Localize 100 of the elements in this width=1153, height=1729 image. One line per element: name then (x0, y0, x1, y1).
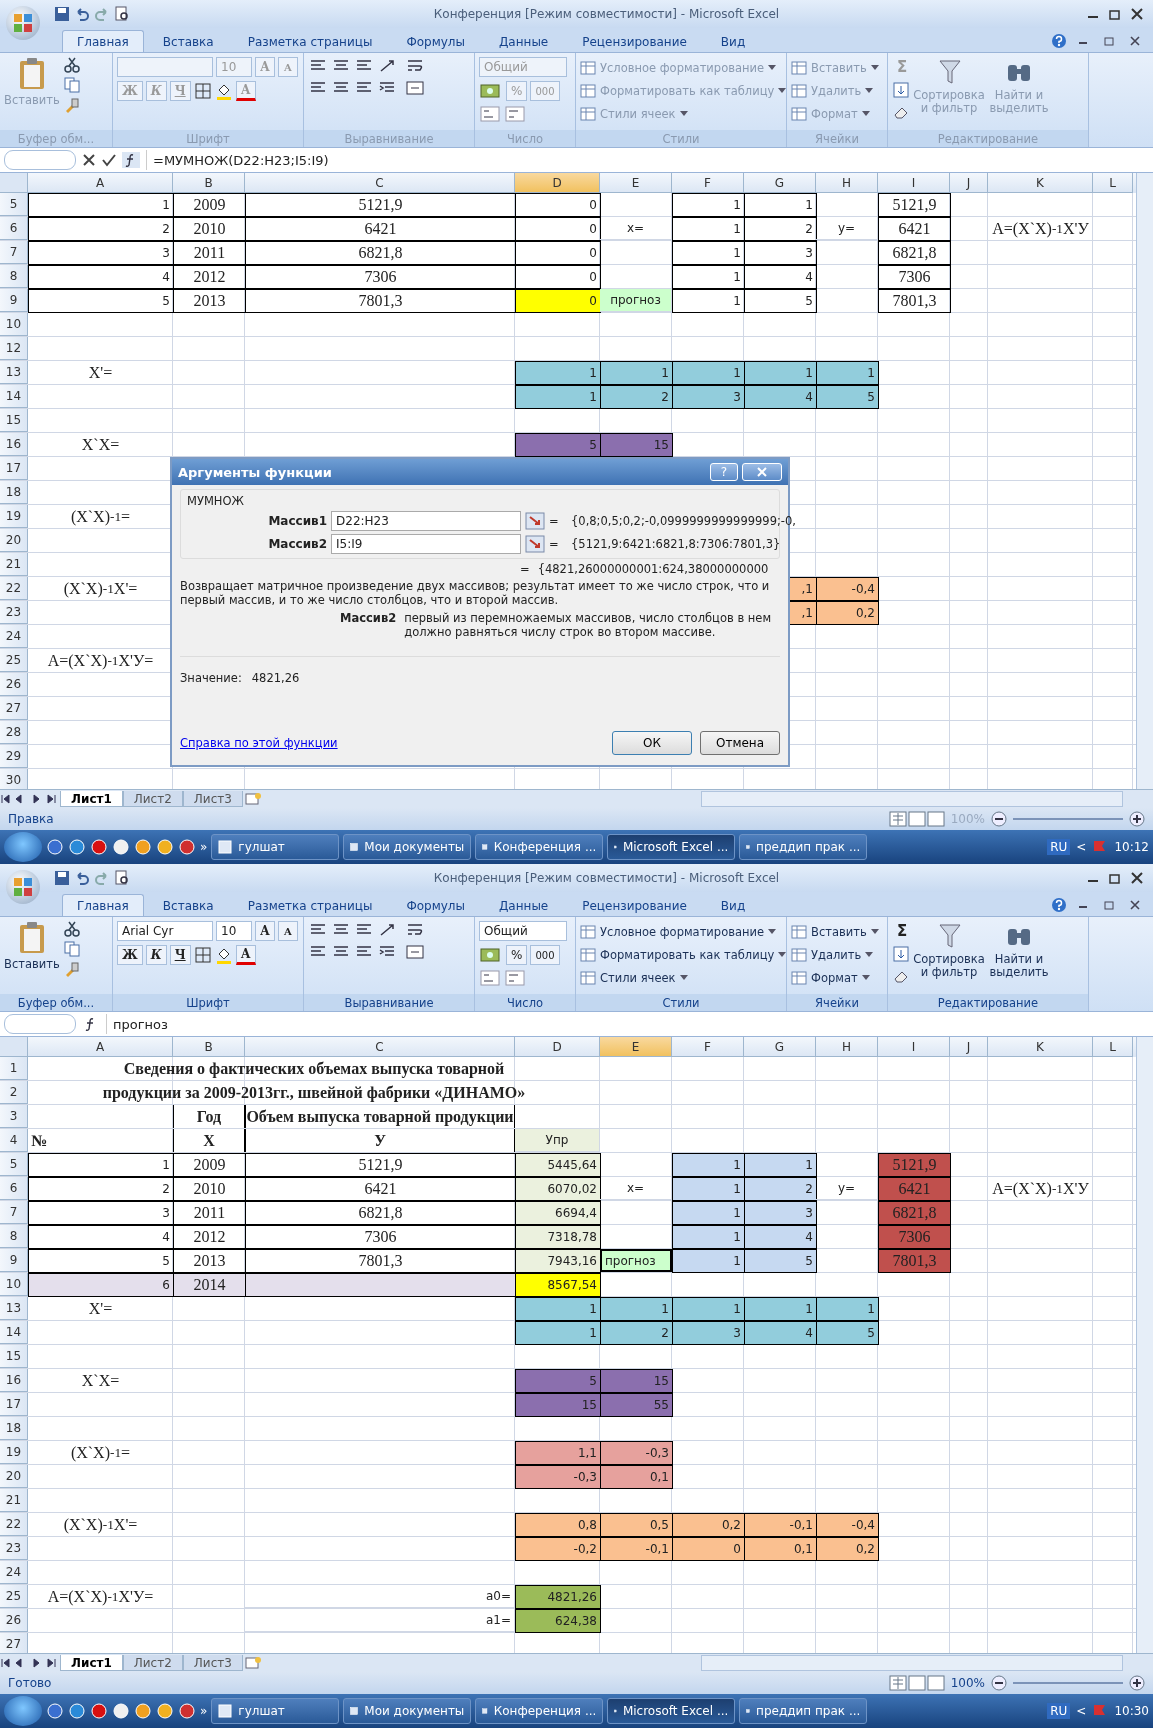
thousands-button[interactable]: 000 (530, 945, 560, 965)
office-button[interactable] (6, 870, 40, 904)
taskbar-button[interactable]: Microsoft Excel ... (607, 1698, 736, 1724)
row-header[interactable]: 20 (0, 1465, 28, 1488)
percent-button[interactable]: % (506, 945, 528, 965)
row-header[interactable]: 26 (0, 673, 28, 696)
row-header[interactable]: 19 (0, 1441, 28, 1464)
start-button[interactable] (4, 1696, 42, 1726)
row-header[interactable]: 27 (0, 697, 28, 720)
ribbon-tab[interactable]: Данные (483, 894, 564, 916)
ribbon-command[interactable]: Вставить (791, 921, 879, 943)
row-header[interactable]: 5 (0, 193, 28, 216)
quick-launch-icon[interactable] (46, 838, 64, 856)
taskbar-button[interactable]: гулшат (211, 1698, 340, 1724)
ribbon-tab[interactable]: Формулы (391, 30, 480, 52)
row-header[interactable]: 30 (0, 769, 28, 789)
column-header[interactable]: G (744, 173, 816, 193)
row-header[interactable]: 16 (0, 1369, 28, 1392)
row-header[interactable]: 9 (0, 289, 28, 312)
taskbar-button[interactable]: Конференция ... (475, 1698, 604, 1724)
quick-launch-icon[interactable] (46, 1702, 64, 1720)
fill-color-icon[interactable] (214, 946, 233, 964)
row-header[interactable]: 5 (0, 1153, 28, 1176)
quick-launch-icon[interactable] (156, 838, 174, 856)
row-header[interactable]: 29 (0, 745, 28, 768)
sheet-tab[interactable]: Лист2 (122, 791, 183, 807)
tray-arrow[interactable]: < (1076, 1704, 1087, 1718)
row-header[interactable]: 6 (0, 1177, 28, 1200)
row-header[interactable]: 21 (0, 1489, 28, 1512)
fill-icon[interactable] (892, 945, 910, 963)
row-header[interactable]: 28 (0, 721, 28, 744)
column-header[interactable]: B (173, 173, 245, 193)
row-header[interactable]: 8 (0, 1225, 28, 1248)
row-header[interactable]: 2 (0, 1081, 28, 1104)
row-header[interactable]: 25 (0, 1585, 28, 1608)
row-header[interactable]: 10 (0, 1273, 28, 1296)
ribbon-tab[interactable]: Рецензирование (567, 30, 702, 52)
row-header[interactable]: 17 (0, 457, 28, 480)
collapse-dialog-icon[interactable] (525, 512, 545, 530)
scissors-icon[interactable] (63, 921, 80, 937)
argument-field[interactable]: D22:H23 (331, 511, 521, 531)
ribbon-tab[interactable]: Формулы (391, 894, 480, 916)
column-header[interactable]: F (672, 173, 744, 193)
zoom-in-icon[interactable] (1129, 811, 1145, 827)
more-icon[interactable]: » (200, 840, 208, 854)
help-icon[interactable] (1051, 897, 1067, 913)
taskbar-button[interactable]: гулшат (211, 834, 340, 860)
column-header[interactable]: I (878, 173, 950, 193)
close-button[interactable] (742, 463, 782, 481)
ribbon-tab[interactable]: Главная (62, 894, 144, 916)
ribbon-tab[interactable]: Вставка (147, 30, 229, 52)
print-preview-icon[interactable] (114, 870, 130, 886)
row-header[interactable]: 12 (0, 337, 28, 360)
row-header[interactable]: 16 (0, 433, 28, 456)
taskbar-button[interactable]: Мои документы (343, 834, 472, 860)
ribbon-tab[interactable]: Вставка (147, 894, 229, 916)
ribbon-tab[interactable]: Вид (705, 30, 761, 52)
help-icon[interactable] (1051, 33, 1067, 49)
row-header[interactable]: 24 (0, 1561, 28, 1584)
quick-launch-icon[interactable] (68, 838, 86, 856)
cancel-icon[interactable] (82, 153, 96, 167)
taskbar-button[interactable]: преддип прак ... (739, 1698, 868, 1724)
row-header[interactable]: 7 (0, 241, 28, 264)
format-button[interactable]: К (145, 945, 167, 965)
row-header[interactable]: 22 (0, 577, 28, 600)
row-header[interactable]: 18 (0, 1417, 28, 1440)
language-indicator[interactable]: RU (1047, 1703, 1071, 1719)
language-indicator[interactable]: RU (1047, 839, 1071, 855)
sheet-tab[interactable]: Лист3 (182, 791, 243, 807)
undo-icon[interactable] (74, 6, 90, 22)
sheet-tab[interactable]: Лист2 (122, 1655, 183, 1671)
format-button[interactable]: Ч (169, 945, 191, 965)
help-link[interactable]: Справка по этой функции (180, 736, 338, 750)
sheet-tab[interactable]: Лист3 (182, 1655, 243, 1671)
view-buttons-icon[interactable] (888, 1675, 945, 1691)
zoom-out-icon[interactable] (991, 811, 1007, 827)
autosum-button[interactable]: Σ (892, 921, 912, 941)
quick-launch-icon[interactable] (112, 1702, 130, 1720)
quick-launch-icon[interactable] (156, 1702, 174, 1720)
currency-icon[interactable] (479, 946, 503, 964)
taskbar-button[interactable]: Microsoft Excel ... (607, 834, 736, 860)
row-header[interactable]: 7 (0, 1201, 28, 1224)
row-header[interactable]: 24 (0, 625, 28, 648)
argument-field[interactable]: I5:I9 (331, 534, 521, 554)
office-button[interactable] (6, 6, 40, 40)
tray-arrow[interactable]: < (1076, 840, 1087, 854)
row-header[interactable]: 9 (0, 1249, 28, 1272)
row-header[interactable]: 3 (0, 1105, 28, 1128)
collapse-dialog-icon[interactable] (525, 535, 545, 553)
undo-icon[interactable] (74, 870, 90, 886)
row-header[interactable]: 14 (0, 385, 28, 408)
ribbon-command[interactable]: Форматировать как таблицу (580, 944, 787, 966)
start-button[interactable] (4, 832, 42, 862)
row-header[interactable]: 10 (0, 313, 28, 336)
row-header[interactable]: 15 (0, 1345, 28, 1368)
ribbon-command[interactable]: Удалить (791, 944, 879, 966)
merge-icon[interactable] (405, 943, 425, 961)
row-header[interactable]: 18 (0, 481, 28, 504)
font-name-field[interactable]: Arial Cyr (117, 921, 213, 941)
quick-launch-icon[interactable] (68, 1702, 86, 1720)
